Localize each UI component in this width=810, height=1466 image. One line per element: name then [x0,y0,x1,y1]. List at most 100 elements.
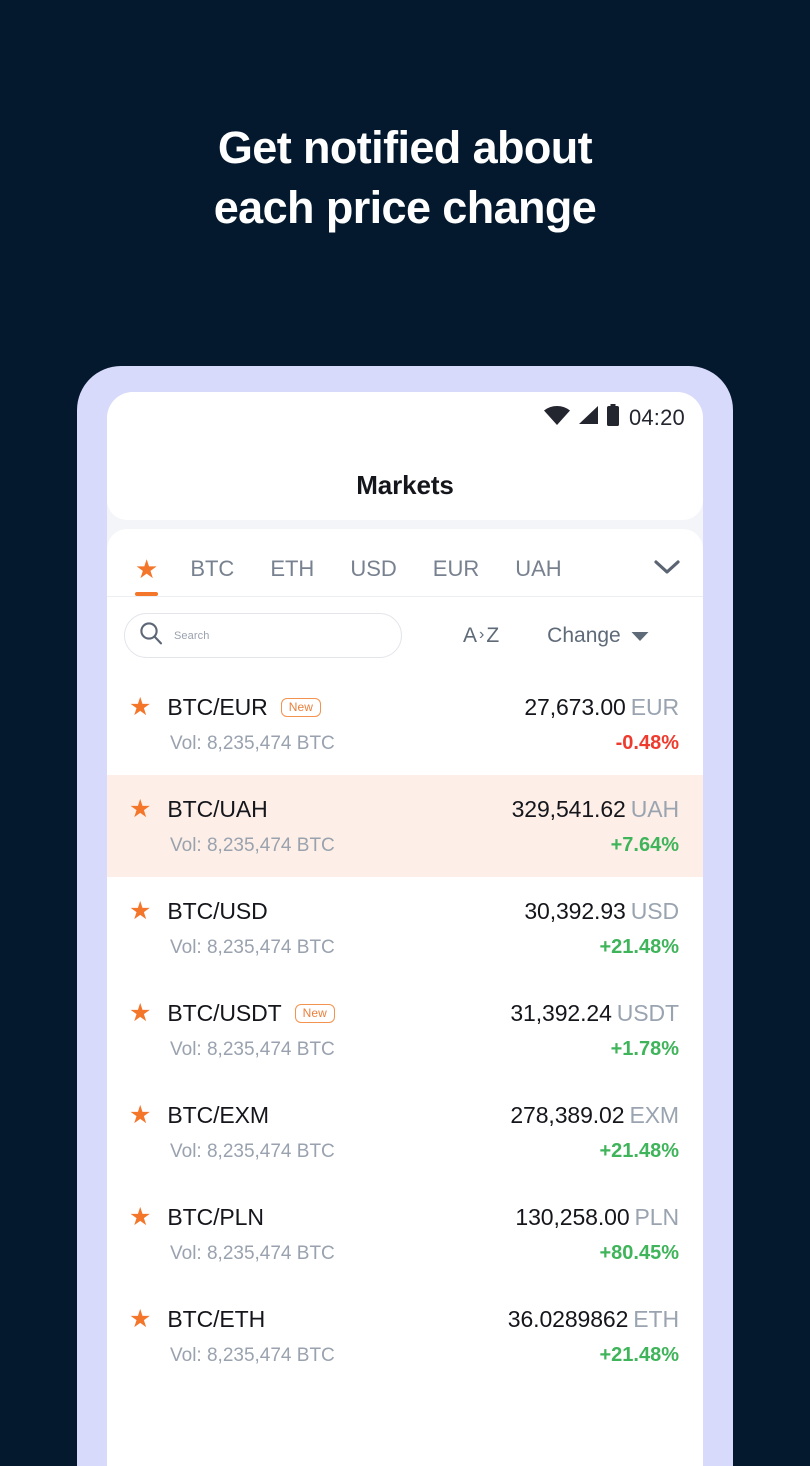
signal-icon [577,405,599,430]
market-row-bottom: Vol: 8,235,474 BTC +21.48% [129,1333,679,1367]
market-volume: Vol: 8,235,474 BTC [170,834,335,856]
tab-eth[interactable]: ETH [270,556,314,596]
market-price: 31,392.24 USDT [510,1000,679,1027]
new-badge: New [280,698,321,717]
market-pair-label: BTC/EUR [167,694,268,720]
favorite-star-icon[interactable]: ★ [129,899,151,924]
favorite-star-icon[interactable]: ★ [129,1307,151,1332]
promo-headline: Get notified about each price change [0,118,810,238]
chevron-right-icon: › [479,625,485,643]
favorite-star-icon[interactable]: ★ [129,695,151,720]
market-price: 278,389.02 EXM [510,1102,679,1129]
market-row-bottom: Vol: 8,235,474 BTC +21.48% [129,925,679,959]
market-row-top: ★ BTC/UAH 329,541.62 UAH [129,775,679,823]
sort-change-button[interactable]: Change [547,624,650,648]
market-row-bottom: Vol: 8,235,474 BTC +80.45% [129,1231,679,1265]
search-and-sort-row: Search A › Z Change [107,597,703,672]
market-price-currency: UAH [630,796,679,822]
market-pair-label: BTC/USD [167,898,268,924]
market-price: 27,673.00 EUR [524,694,679,721]
tab-btc[interactable]: BTC [190,556,234,596]
market-volume: Vol: 8,235,474 BTC [170,1242,335,1264]
market-price-currency: PLN [634,1204,680,1230]
market-price-value: 329,541.62 [511,796,626,822]
tab-eur[interactable]: EUR [433,556,479,596]
market-pair-label: BTC/USDT [167,1000,282,1026]
table-row[interactable]: ★ BTC/USD 30,392.93 USD Vol: 8,235,474 BT… [107,877,703,979]
market-price-value: 278,389.02 [510,1102,625,1128]
tab-usd[interactable]: USD [350,556,396,596]
market-change: -0.48% [615,732,679,754]
table-row[interactable]: ★ BTC/UAH 329,541.62 UAH Vol: 8,235,474 B… [107,775,703,877]
currency-tab-bar: ★ BTC ETH USD EUR UAH [107,529,703,597]
search-input[interactable]: Search [124,613,402,658]
market-pair-label: BTC/EXM [167,1102,269,1128]
table-row[interactable]: ★ BTC/ETH 36.0289862 ETH Vol: 8,235,474 B… [107,1285,703,1387]
market-volume: Vol: 8,235,474 BTC [170,1038,335,1060]
favorite-star-icon[interactable]: ★ [129,1001,151,1026]
market-row-top: ★ BTC/USD 30,392.93 USD [129,877,679,925]
market-price-currency: USD [630,898,679,924]
market-list: ★ BTC/EUR New 27,673.00 EUR Vol: 8,235,47… [107,673,703,1387]
market-change: +21.48% [599,936,679,958]
wifi-icon [543,405,570,430]
market-volume: Vol: 8,235,474 BTC [170,732,335,754]
market-price-value: 130,258.00 [515,1204,630,1230]
page-title: Markets [356,470,454,500]
market-pair-label: BTC/UAH [167,796,268,822]
market-price: 30,392.93 USD [524,898,679,925]
market-price: 36.0289862 ETH [508,1306,679,1333]
battery-icon [606,404,620,431]
market-change: +80.45% [599,1242,679,1264]
search-icon [139,621,163,650]
phone-frame: 04:20 Markets ★ BTC ETH USD EUR UAH Sear… [77,366,733,1466]
promo-headline-line-1: Get notified about [217,122,593,173]
table-row[interactable]: ★ BTC/EUR New 27,673.00 EUR Vol: 8,235,47… [107,673,703,775]
sort-alpha-z: Z [486,623,500,647]
new-badge: New [294,1004,335,1023]
market-change: +1.78% [610,1038,679,1060]
market-row-top: ★ BTC/USDT New 31,392.24 USDT [129,979,679,1027]
caret-down-icon [630,624,650,648]
market-price-currency: ETH [633,1306,679,1332]
favorite-star-icon[interactable]: ★ [129,797,151,822]
favorite-star-icon[interactable]: ★ [129,1205,151,1230]
sort-change-label: Change [547,623,621,647]
table-row[interactable]: ★ BTC/USDT New 31,392.24 USDT Vol: 8,235,… [107,979,703,1081]
market-price: 329,541.62 UAH [512,796,679,823]
market-volume: Vol: 8,235,474 BTC [170,936,335,958]
market-price: 130,258.00 PLN [515,1204,679,1231]
sort-alpha-a: A [463,623,478,647]
chevron-down-icon[interactable] [653,559,681,596]
market-price-value: 27,673.00 [524,694,626,720]
market-row-bottom: Vol: 8,235,474 BTC +1.78% [129,1027,679,1061]
sort-alphabetical-button[interactable]: A › Z [463,624,499,648]
status-bar-time: 04:20 [628,404,685,430]
market-change: +21.48% [599,1344,679,1366]
market-change: +7.64% [610,834,679,856]
table-row[interactable]: ★ BTC/PLN 130,258.00 PLN Vol: 8,235,474 B… [107,1183,703,1285]
market-volume: Vol: 8,235,474 BTC [170,1140,335,1162]
market-price-value: 36.0289862 [507,1306,629,1332]
market-price-value: 31,392.24 [510,1000,612,1026]
market-row-bottom: Vol: 8,235,474 BTC +21.48% [129,1129,679,1163]
market-pair-label: BTC/PLN [167,1204,264,1230]
table-row[interactable]: ★ BTC/EXM 278,389.02 EXM Vol: 8,235,474 B… [107,1081,703,1183]
favorite-star-icon[interactable]: ★ [129,1103,151,1128]
market-price-value: 30,392.93 [524,898,626,924]
markets-card: ★ BTC ETH USD EUR UAH Search A › Z Chang… [107,529,703,1466]
search-input-placeholder: Search [174,629,210,642]
market-volume: Vol: 8,235,474 BTC [170,1344,335,1366]
market-row-bottom: Vol: 8,235,474 BTC -0.48% [129,721,679,755]
promo-headline-line-2: each price change [213,182,597,233]
market-price-currency: EUR [630,694,679,720]
tab-uah[interactable]: UAH [515,556,561,596]
tab-favorites[interactable]: ★ [135,556,159,596]
phone-screen: 04:20 Markets ★ BTC ETH USD EUR UAH Sear… [107,392,703,1466]
status-bar: 04:20 [543,404,685,431]
market-row-top: ★ BTC/EXM 278,389.02 EXM [129,1081,679,1129]
market-price-currency: USDT [616,1000,679,1026]
market-row-top: ★ BTC/PLN 130,258.00 PLN [129,1183,679,1231]
market-row-top: ★ BTC/ETH 36.0289862 ETH [129,1285,679,1333]
app-header-card: 04:20 Markets [107,392,703,520]
